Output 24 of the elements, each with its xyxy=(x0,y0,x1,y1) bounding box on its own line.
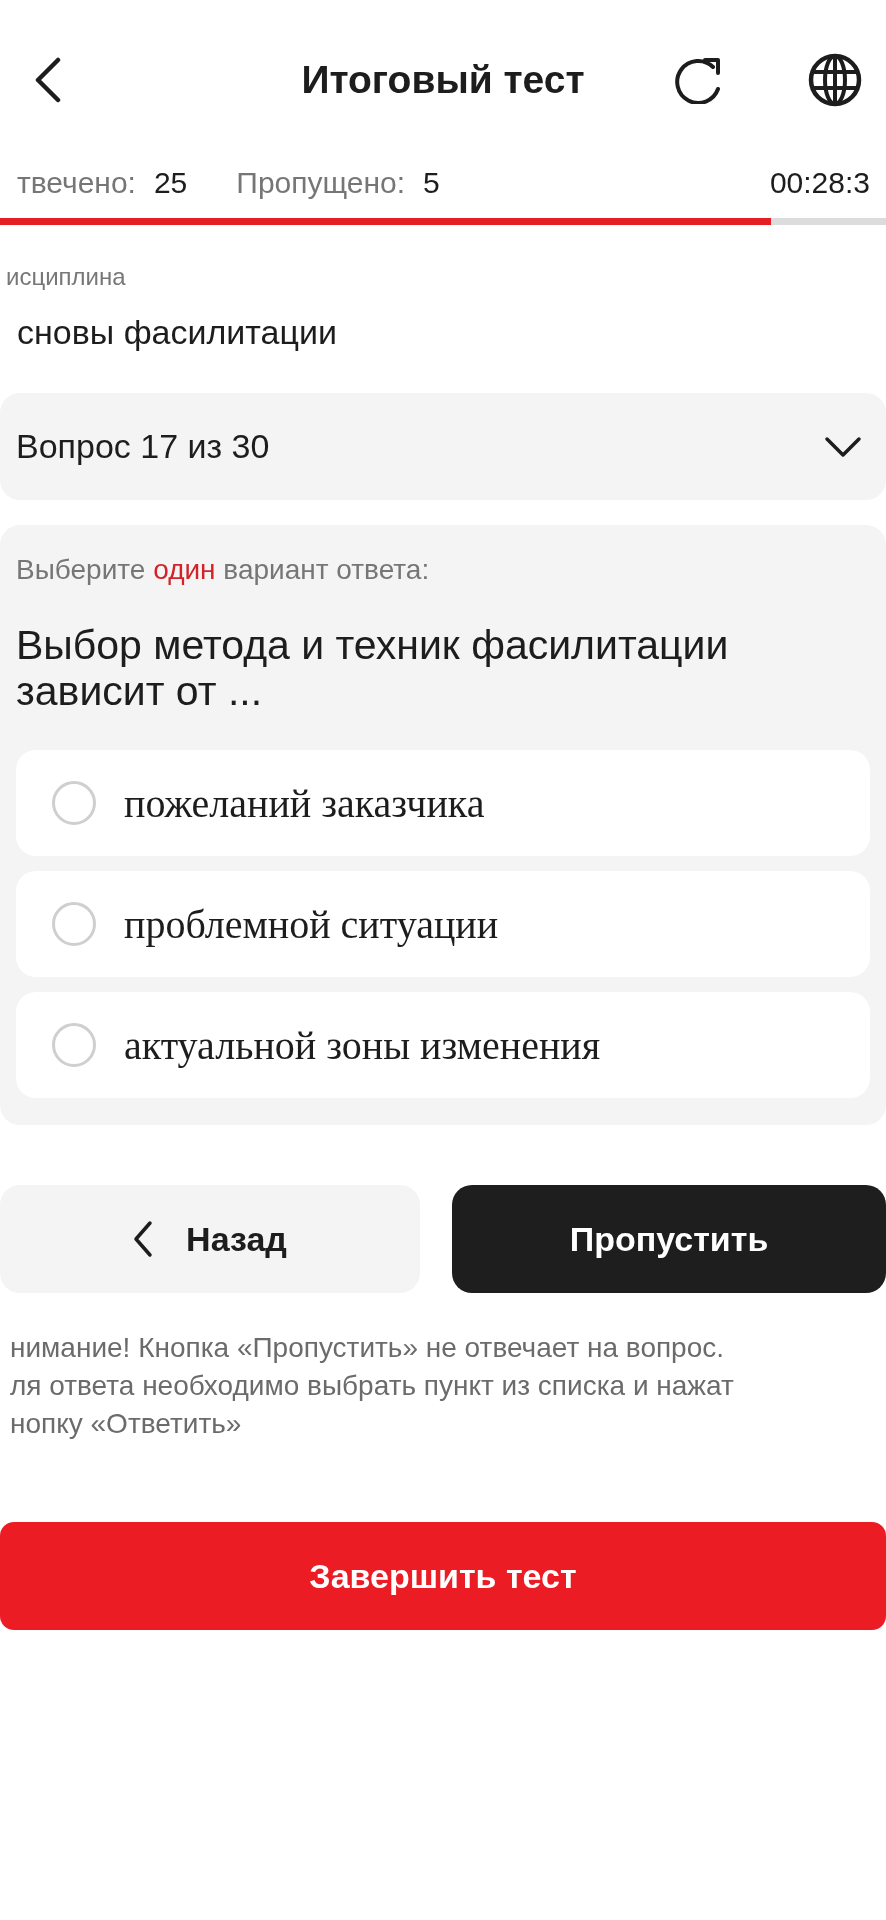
answered-count: 25 xyxy=(153,165,188,201)
timer: 00:28:3 xyxy=(769,165,871,201)
instruction-text: Выберите один вариант ответа: xyxy=(16,553,431,587)
answered-label: твечено: xyxy=(16,165,136,201)
screen-title: Итоговый тест xyxy=(300,58,586,102)
radio-button[interactable] xyxy=(52,1023,96,1067)
globe-icon[interactable] xyxy=(808,53,862,107)
radio-button[interactable] xyxy=(52,781,96,825)
finish-test-button[interactable]: Завершить тест xyxy=(0,1522,886,1630)
answer-option[interactable]: пожеланий заказчика xyxy=(16,750,870,856)
skipped-count: 5 xyxy=(423,165,440,201)
back-icon[interactable] xyxy=(35,57,61,103)
question-text: Выбор метода и техник фасилитации зависит от ... xyxy=(16,622,730,714)
discipline-name: сновы фасилитации xyxy=(16,312,338,353)
skipped-label: Пропущено: xyxy=(236,165,406,201)
skip-button[interactable]: Пропустить xyxy=(452,1185,886,1293)
chevron-left-icon xyxy=(133,1220,154,1258)
back-button[interactable]: Назад xyxy=(0,1185,420,1293)
discipline-label: исциплина xyxy=(5,262,127,292)
answer-option[interactable]: проблемной ситуации xyxy=(16,871,870,977)
question-selector[interactable]: Вопрос 17 из 30 xyxy=(0,393,886,500)
warning-text: нимание! Кнопка «Пропустить» не отвечает на вопрос. ля ответа необходимо выбрать пункт из списка и нажат нопку «Ответить» xyxy=(9,1331,735,1441)
answer-option[interactable]: актуальной зоны изменения xyxy=(16,992,870,1098)
radio-button[interactable] xyxy=(52,902,96,946)
